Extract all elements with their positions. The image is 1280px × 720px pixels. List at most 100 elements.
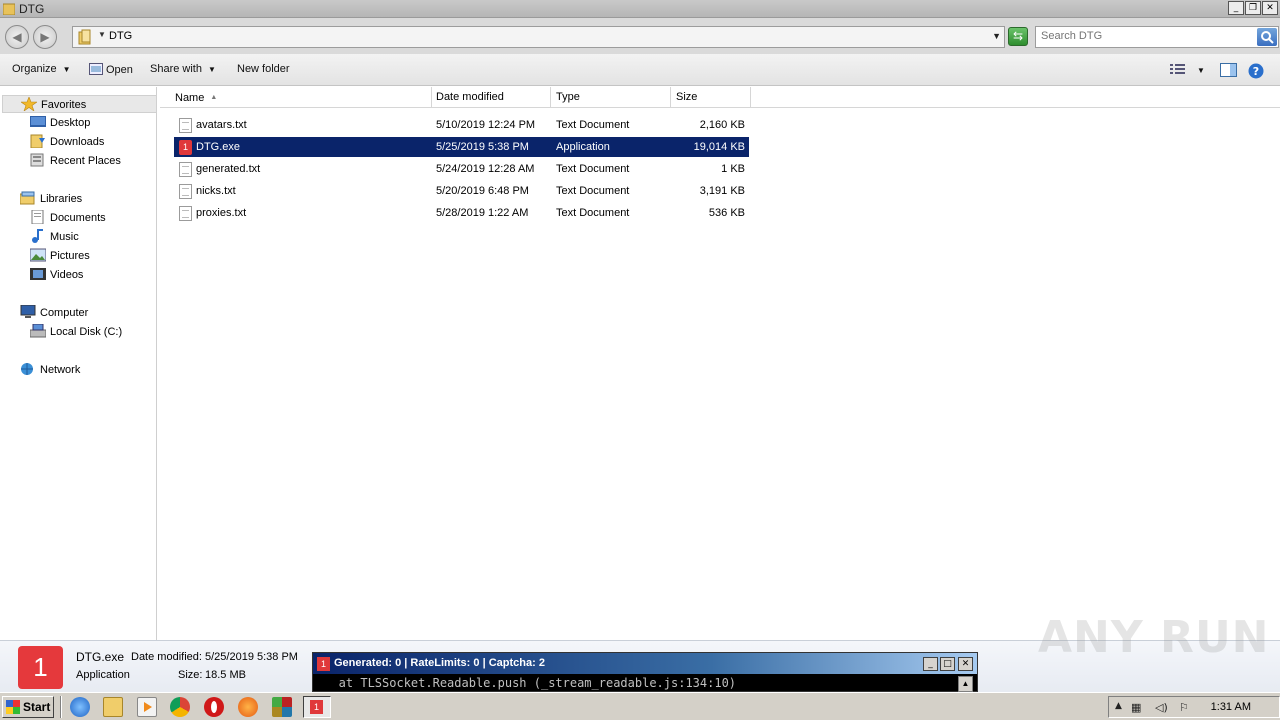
nav-documents[interactable]: Documents [30,209,106,227]
address-dropdown-icon[interactable]: ▼ [992,31,1001,41]
computer-icon [20,305,36,318]
explorer-icon[interactable] [103,697,123,717]
text-file-icon [179,118,192,133]
media-player-icon[interactable] [137,697,157,717]
back-button[interactable]: ◀ [5,25,29,49]
breadcrumb-separator-icon[interactable]: ▼ [98,30,106,39]
file-row[interactable]: proxies.txt 5/28/2019 1:22 AM Text Documen… [174,203,749,223]
column-size[interactable]: Size [671,87,751,108]
breadcrumb-dtg[interactable]: DTG [109,30,132,42]
nav-downloads[interactable]: Downloads [30,133,104,151]
text-file-icon [179,162,192,177]
nav-desktop[interactable]: Desktop [30,114,90,132]
file-type: Application [556,141,610,153]
console-minimize-button[interactable]: _ [923,657,938,671]
file-date-modified: 5/20/2019 6:48 PM [436,185,529,197]
nav-computer[interactable]: Computer [20,304,88,322]
action-center-flag-icon[interactable]: ⚐ [1179,701,1189,714]
local-disk-icon [30,324,46,338]
taskbar-dtg-button[interactable]: 1 [303,696,331,718]
volume-icon[interactable]: ◁) [1155,701,1168,714]
windows-flag-icon [6,700,20,714]
svg-text:?: ? [1253,65,1259,78]
nav-music[interactable]: Music [30,228,79,246]
internet-explorer-icon[interactable] [70,697,90,717]
file-row[interactable]: nicks.txt 5/20/2019 6:48 PM Text Document 3… [174,181,749,201]
star-icon [21,97,37,111]
file-list: Name ▲ Date modified Type Size avatars.tx… [160,87,1280,640]
nav-favorites[interactable]: Favorites [2,95,157,113]
share-with-button[interactable]: Share with ▼ [150,63,216,75]
file-name: avatars.txt [196,119,247,131]
libraries-icon [20,191,35,205]
file-size: 2,160 KB [699,119,745,131]
console-output: at TLSSocket.Readable.push (_stream_read… [317,676,737,690]
window-title: DTG [19,2,45,16]
column-name[interactable]: Name ▲ [160,87,432,108]
winrar-icon[interactable] [272,697,292,717]
forward-button[interactable]: ▶ [33,25,57,49]
nav-recent-places[interactable]: Recent Places [30,152,121,170]
firefox-icon[interactable] [238,697,258,717]
file-name: DTG.exe [196,141,241,153]
nav-pictures[interactable]: Pictures [30,247,90,265]
console-maximize-button[interactable]: □ [940,657,955,671]
console-title: Generated: 0 | RateLimits: 0 | Captcha: … [334,657,545,669]
text-file-icon [179,184,192,199]
search-input[interactable] [1041,30,1251,42]
app-icon: 1 [317,657,330,671]
column-date-modified[interactable]: Date modified [432,87,551,108]
new-folder-button[interactable]: New folder [237,63,290,75]
nav-network[interactable]: Network [20,361,80,379]
nav-videos[interactable]: Videos [30,266,83,284]
help-icon[interactable]: ? [1248,63,1264,82]
file-type: Text Document [556,119,630,131]
opera-icon[interactable] [204,697,224,717]
file-size: 19,014 KB [693,141,745,153]
sort-ascending-icon: ▲ [210,94,218,101]
start-button[interactable]: Start [2,696,54,718]
address-bar[interactable]: ▼ DTG ▼ [72,26,1005,48]
network-status-icon[interactable]: ▦ [1131,701,1141,714]
chrome-icon[interactable] [170,697,190,717]
file-row[interactable]: 1 DTG.exe 5/25/2019 5:38 PM Application 19,0… [174,137,749,157]
file-row[interactable]: generated.txt 5/24/2019 12:28 AM Text Docu… [174,159,749,179]
show-hidden-icons-icon[interactable]: ▲ [1115,701,1122,711]
search-box[interactable] [1035,26,1279,48]
file-row[interactable]: avatars.txt 5/10/2019 12:24 PM Text Docume… [174,115,749,135]
music-icon [32,229,43,243]
refresh-button[interactable]: ⇆ [1008,27,1028,46]
taskbar: Start 1 ▲ ▦ ◁) ⚐ 1:31 AM [0,692,1280,720]
column-type[interactable]: Type [551,87,671,108]
nav-libraries[interactable]: Libraries [20,190,82,208]
search-icon[interactable] [1257,28,1277,46]
file-name: generated.txt [196,163,261,175]
scroll-up-icon[interactable]: ▲ [958,676,973,692]
details-date-label: Date modified: [131,651,202,663]
console-title-bar[interactable]: 1 Generated: 0 | RateLimits: 0 | Captcha… [313,653,977,674]
close-button[interactable]: ✕ [1262,1,1278,15]
file-name: proxies.txt [196,207,247,219]
open-button[interactable]: Open [89,63,133,76]
nav-local-disk[interactable]: Local Disk (C:) [30,323,122,341]
minimize-button[interactable]: _ [1228,1,1244,15]
pictures-icon [30,248,46,262]
chevron-down-icon: ▼ [207,65,216,74]
app-icon: 1 [18,646,63,689]
column-header: Name ▲ Date modified Type Size [160,87,1280,108]
clock: 1:31 AM [1210,701,1251,713]
view-dropdown-icon[interactable]: ▼ [1197,66,1205,75]
organize-button[interactable]: Organize ▼ [12,63,71,75]
console-close-button[interactable]: ✕ [958,657,973,671]
details-filename: DTG.exe [76,650,125,664]
text-file-icon [179,206,192,221]
console-window[interactable]: 1 Generated: 0 | RateLimits: 0 | Captcha… [312,652,978,692]
details-size-value: 18.5 MB [205,669,246,681]
restore-button[interactable]: ❐ [1245,1,1261,15]
file-size: 536 KB [708,207,745,219]
taskbar-separator [60,696,62,718]
videos-icon [30,268,46,280]
view-options-icon[interactable] [1170,63,1186,78]
file-date-modified: 5/10/2019 12:24 PM [436,119,536,131]
preview-pane-icon[interactable] [1220,63,1237,80]
